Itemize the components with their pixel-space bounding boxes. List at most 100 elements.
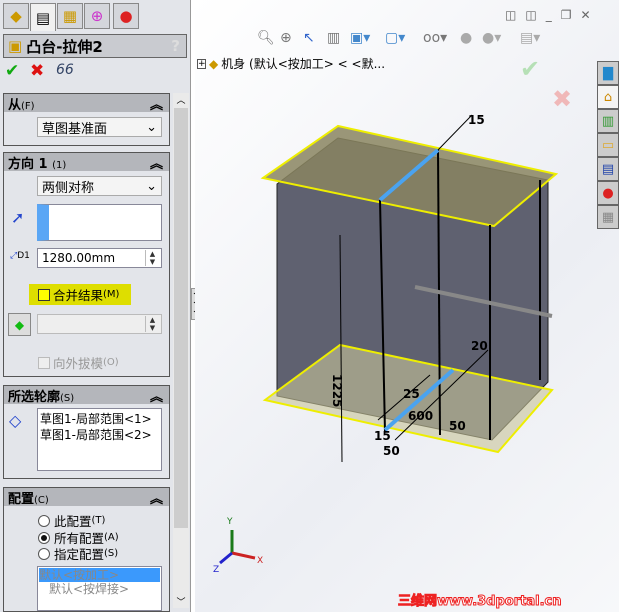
tab-configuration-manager[interactable]: ▦	[57, 3, 83, 29]
group-key: (C)	[34, 494, 49, 506]
watermark: 三维网www.3dportal.cn	[397, 594, 562, 610]
task-pane-custom-properties-icon[interactable]: ▦	[597, 205, 619, 229]
task-pane-appearance-icon[interactable]: ●	[597, 181, 619, 205]
group-key: (1)	[52, 159, 67, 171]
tab-feature-manager[interactable]: ◆	[3, 3, 29, 29]
group-selected-contours: 所选轮廓(S) ︽ ◇ 草图1-局部范围<1> 草图1-局部范围<2>	[3, 385, 170, 479]
depth-value: 1280.00mm	[42, 251, 116, 265]
task-pane-library-icon[interactable]: ▥	[597, 109, 619, 133]
face-icon: ◆	[14, 317, 25, 332]
group-direction1: 方向 1 (1) ︽ 两侧对称 ⌄ ➚ ⤢D1 1280.00mm ▲ ▼ 合并结果 (M…	[3, 152, 170, 377]
radio[interactable]	[38, 514, 50, 527]
scroll-thumb[interactable]	[174, 108, 188, 528]
feature-title: ▣ 凸台-拉伸2 ?	[3, 34, 187, 58]
collapse-icon[interactable]: ︽	[150, 386, 163, 405]
coordinate-triad: Y X Z	[213, 517, 263, 575]
y-axis-label: Y	[226, 517, 233, 527]
property-manager-panel: ◆ ▤ ▦ ⊕ ● ▣ 凸台-拉伸2 ? ✔ ✖ 66 从(F) ︽ 草图基准面 ⌄…	[0, 0, 191, 612]
dimension-label: 15	[374, 429, 391, 443]
radio-label: 指定配置	[54, 547, 105, 562]
scrollbar[interactable]: ︿ ﹀	[173, 93, 189, 608]
task-pane-home-icon[interactable]: ⌂	[597, 85, 619, 109]
from-select[interactable]: 草图基准面 ⌄	[37, 117, 162, 137]
depth-spinner[interactable]: ▲ ▼	[145, 250, 159, 266]
task-pane-view-palette-icon[interactable]: ▤	[597, 157, 619, 181]
dimension-label: 20	[471, 339, 488, 353]
group-title: 配置	[8, 491, 35, 507]
dimension-label: 1225	[330, 374, 344, 407]
merge-key: (M)	[103, 289, 120, 300]
model-graphic: 15 1225 25 600 20 50 50 15 Y X Z	[213, 113, 559, 575]
merge-result-label: 合并结果	[53, 288, 104, 303]
ok-button[interactable]: ✔	[5, 61, 19, 81]
preview-glasses-icon[interactable]: 66	[56, 62, 74, 78]
group-from-header[interactable]: 从(F) ︽	[4, 94, 169, 113]
face-select-button[interactable]: ◆	[8, 313, 31, 336]
end-condition-value: 两侧对称	[42, 180, 95, 196]
checkbox[interactable]	[38, 356, 50, 369]
checkbox[interactable]	[38, 288, 50, 301]
draft-outward-checkbox[interactable]: 向外拔模 (O)	[38, 353, 119, 372]
help-button[interactable]: ?	[171, 37, 180, 55]
config-list[interactable]: 默认<按加工> 默认<按焊接>	[37, 566, 162, 611]
end-condition-select[interactable]: 两侧对称 ⌄	[37, 176, 162, 196]
radio-key: (S)	[104, 548, 119, 559]
from-value: 草图基准面	[42, 121, 108, 137]
crosshair-icon: ⊕	[90, 7, 104, 25]
extrude-icon: ▣	[8, 37, 23, 55]
depth-label: D1	[17, 251, 30, 261]
group-direction1-header[interactable]: 方向 1 (1) ︽	[4, 153, 169, 172]
list-item[interactable]: 草图1-局部范围<1>	[40, 411, 159, 427]
task-pane-resources-icon[interactable]: ▇	[597, 61, 619, 85]
dimension-label: 600	[408, 409, 433, 423]
radio-key: (T)	[91, 515, 106, 526]
list-item[interactable]: 默认<按焊接>	[39, 582, 160, 596]
scroll-down-icon[interactable]: ﹀	[173, 595, 189, 608]
tab-display-manager[interactable]: ●	[113, 3, 139, 29]
cancel-button[interactable]: ✖	[30, 61, 44, 81]
direction-selection-box[interactable]	[37, 204, 162, 241]
group-title: 从	[8, 97, 22, 113]
group-from: 从(F) ︽ 草图基准面 ⌄	[3, 93, 170, 146]
spinner[interactable]: ▲ ▼	[145, 316, 159, 332]
draft-outward-label: 向外拔模	[53, 356, 104, 371]
collapse-icon[interactable]: ︽	[150, 94, 163, 113]
x-axis-label: X	[257, 556, 263, 566]
chevron-down-icon: ⌄	[146, 178, 157, 194]
dimension-label: 50	[449, 419, 466, 433]
radio-specified-configs[interactable]: 指定配置 (S)	[38, 544, 118, 563]
scroll-up-icon[interactable]: ︿	[173, 93, 189, 108]
radio[interactable]	[38, 547, 50, 560]
config-icon: ▦	[62, 7, 78, 25]
merge-result-checkbox[interactable]: 合并结果 (M)	[29, 284, 131, 305]
group-configurations: 配置(C) ︽ 此配置 (T) 所有配置 (A) 指定配置 (S) 默认<按加工> 默认…	[3, 487, 170, 612]
list-item[interactable]: 默认<按加工>	[39, 568, 160, 582]
depth-input[interactable]: 1280.00mm ▲ ▼	[37, 248, 162, 268]
tab-property-manager[interactable]: ▤	[30, 3, 56, 31]
feature-title-text: 凸台-拉伸2	[26, 37, 103, 56]
radio[interactable]	[38, 531, 50, 544]
graphics-viewport[interactable]: ◫◫_❐✕ 🔍︎ ⊕ ↖ ▥ ▣▾ ▢▾ oo▾ ● ●▾ ▤▾ + ◆ 机身 …	[195, 0, 619, 612]
collapse-icon[interactable]: ︽	[150, 488, 163, 507]
group-title: 方向 1	[8, 156, 48, 172]
group-key: (F)	[21, 100, 35, 112]
group-title: 所选轮廓	[8, 389, 61, 405]
dimension-label: 25	[403, 387, 420, 401]
z-axis-label: Z	[213, 565, 219, 575]
radio-key: (A)	[104, 532, 119, 543]
feature-tree-icon: ◆	[10, 7, 22, 25]
group-config-header[interactable]: 配置(C) ︽	[4, 488, 169, 507]
direction-arrow-icon[interactable]: ➚	[11, 208, 24, 227]
collapse-icon[interactable]: ︽	[150, 153, 163, 172]
group-contours-header[interactable]: 所选轮廓(S) ︽	[4, 386, 169, 405]
task-pane-folder-icon[interactable]: ▭	[597, 133, 619, 157]
list-item[interactable]: 草图1-局部范围<2>	[40, 427, 159, 443]
contours-list[interactable]: 草图1-局部范围<1> 草图1-局部范围<2>	[37, 408, 162, 471]
draft-key: (O)	[103, 357, 119, 368]
group-key: (S)	[60, 392, 75, 404]
tab-dimxpert-manager[interactable]: ⊕	[84, 3, 110, 29]
face-selection-input[interactable]: ▲ ▼	[37, 314, 162, 334]
dimension-label: 15	[468, 113, 485, 127]
contour-diamond-icon: ◇	[9, 411, 22, 430]
dimension-label: 50	[383, 444, 400, 458]
